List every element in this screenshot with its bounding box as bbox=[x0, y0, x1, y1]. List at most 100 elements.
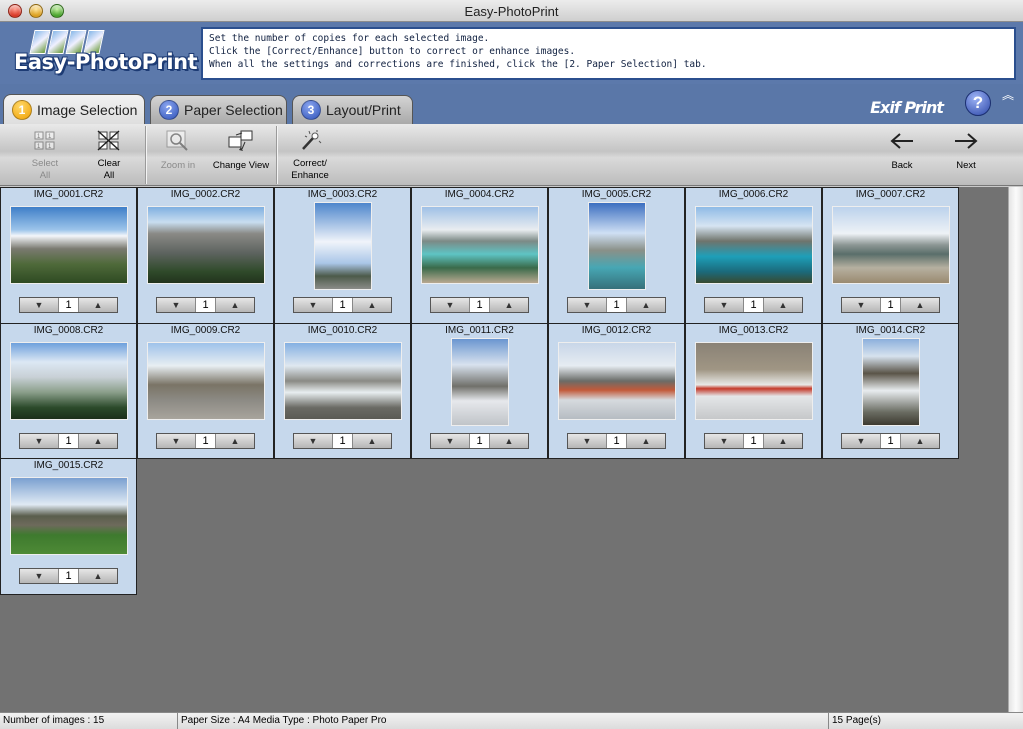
change-view-icon bbox=[228, 128, 254, 154]
exif-print-logo: Exif Print bbox=[870, 98, 944, 117]
copies-value[interactable]: 1 bbox=[332, 298, 353, 312]
decrease-copies-icon[interactable]: ▼ bbox=[431, 433, 469, 448]
copies-value[interactable]: 1 bbox=[469, 433, 490, 448]
decrease-copies-icon[interactable]: ▼ bbox=[568, 298, 606, 312]
increase-copies-icon[interactable]: ▲ bbox=[79, 569, 117, 583]
decrease-copies-icon[interactable]: ▼ bbox=[20, 569, 58, 583]
increase-copies-icon[interactable]: ▲ bbox=[901, 298, 939, 312]
copies-value[interactable]: 1 bbox=[332, 433, 353, 448]
image-thumbnail[interactable] bbox=[147, 206, 265, 284]
increase-copies-icon[interactable]: ▲ bbox=[79, 298, 117, 312]
decrease-copies-icon[interactable]: ▼ bbox=[705, 433, 743, 448]
image-thumbnail[interactable] bbox=[147, 341, 265, 420]
decrease-copies-icon[interactable]: ▼ bbox=[294, 433, 332, 448]
copies-value[interactable]: 1 bbox=[880, 298, 901, 312]
decrease-copies-icon[interactable]: ▼ bbox=[20, 298, 58, 312]
decrease-copies-icon[interactable]: ▼ bbox=[568, 433, 606, 448]
collapse-header-button[interactable]: ︽ bbox=[1002, 89, 1014, 101]
image-cell[interactable]: IMG_0003.CR2 ▼ 1 ▲ bbox=[274, 187, 411, 324]
copies-value[interactable]: 1 bbox=[606, 298, 627, 312]
decrease-copies-icon[interactable]: ▼ bbox=[431, 298, 469, 312]
copies-value[interactable]: 1 bbox=[606, 433, 627, 448]
image-cell[interactable]: IMG_0015.CR2 ▼ 1 ▲ bbox=[0, 458, 137, 595]
decrease-copies-icon[interactable]: ▼ bbox=[294, 298, 332, 312]
image-cell[interactable]: IMG_0006.CR2 ▼ 1 ▲ bbox=[685, 187, 822, 324]
zoom-in-button[interactable]: Zoom in bbox=[155, 128, 201, 172]
increase-copies-icon[interactable]: ▲ bbox=[490, 298, 528, 312]
image-cell[interactable]: IMG_0001.CR2 ▼ 1 ▲ bbox=[0, 187, 137, 324]
image-cell[interactable]: IMG_0008.CR2 ▼ 1 ▲ bbox=[0, 322, 137, 459]
correct-enhance-button[interactable]: Correct/ Enhance bbox=[283, 128, 337, 182]
copies-value[interactable]: 1 bbox=[58, 569, 79, 583]
image-thumbnail[interactable] bbox=[421, 206, 539, 284]
copies-value[interactable]: 1 bbox=[58, 433, 79, 448]
step-number-badge: 3 bbox=[301, 100, 321, 120]
copies-value[interactable]: 1 bbox=[469, 298, 490, 312]
image-cell[interactable]: IMG_0014.CR2 ▼ 1 ▲ bbox=[822, 322, 959, 459]
image-thumbnail[interactable] bbox=[832, 206, 950, 284]
decrease-copies-icon[interactable]: ▼ bbox=[842, 298, 880, 312]
increase-copies-icon[interactable]: ▲ bbox=[79, 433, 117, 448]
increase-copies-icon[interactable]: ▲ bbox=[901, 433, 939, 448]
correct-enhance-label: Enhance bbox=[291, 170, 329, 181]
next-button[interactable]: Next bbox=[946, 128, 986, 172]
arrow-left-icon bbox=[889, 128, 915, 154]
copies-stepper: ▼ 1 ▲ bbox=[19, 297, 118, 313]
image-cell[interactable]: IMG_0004.CR2 ▼ 1 ▲ bbox=[411, 187, 548, 324]
image-cell[interactable]: IMG_0012.CR2 ▼ 1 ▲ bbox=[548, 322, 685, 459]
image-thumbnail[interactable] bbox=[10, 341, 128, 420]
decrease-copies-icon[interactable]: ▼ bbox=[20, 433, 58, 448]
increase-copies-icon[interactable]: ▲ bbox=[627, 298, 665, 312]
tab-paper-selection[interactable]: 2 Paper Selection bbox=[150, 95, 287, 124]
help-button[interactable]: ? bbox=[965, 90, 991, 116]
change-view-label: Change View bbox=[212, 160, 270, 171]
decrease-copies-icon[interactable]: ▼ bbox=[157, 298, 195, 312]
image-cell[interactable]: IMG_0010.CR2 ▼ 1 ▲ bbox=[274, 322, 411, 459]
image-cell[interactable]: IMG_0007.CR2 ▼ 1 ▲ bbox=[822, 187, 959, 324]
image-thumbnail[interactable] bbox=[314, 202, 372, 290]
copies-value[interactable]: 1 bbox=[880, 433, 901, 448]
increase-copies-icon[interactable]: ▲ bbox=[764, 433, 802, 448]
image-thumbnail[interactable] bbox=[10, 477, 128, 555]
copies-value[interactable]: 1 bbox=[743, 433, 764, 448]
image-cell[interactable]: IMG_0002.CR2 ▼ 1 ▲ bbox=[137, 187, 274, 324]
image-cell[interactable]: IMG_0005.CR2 ▼ 1 ▲ bbox=[548, 187, 685, 324]
increase-copies-icon[interactable]: ▲ bbox=[353, 433, 391, 448]
copies-value[interactable]: 1 bbox=[58, 298, 79, 312]
vertical-scrollbar[interactable] bbox=[1008, 187, 1023, 712]
copies-value[interactable]: 1 bbox=[743, 298, 764, 312]
increase-copies-icon[interactable]: ▲ bbox=[216, 298, 254, 312]
image-thumbnail[interactable] bbox=[862, 337, 920, 426]
back-button[interactable]: Back bbox=[882, 128, 922, 172]
increase-copies-icon[interactable]: ▲ bbox=[216, 433, 254, 448]
tab-layout-print[interactable]: 3 Layout/Print bbox=[292, 95, 413, 124]
image-thumbnail[interactable] bbox=[695, 341, 813, 420]
increase-copies-icon[interactable]: ▲ bbox=[764, 298, 802, 312]
image-filename: IMG_0012.CR2 bbox=[581, 324, 652, 336]
select-all-button[interactable]: 1111 Select All bbox=[22, 128, 68, 182]
copies-value[interactable]: 1 bbox=[195, 298, 216, 312]
decrease-copies-icon[interactable]: ▼ bbox=[705, 298, 743, 312]
image-filename: IMG_0005.CR2 bbox=[581, 189, 652, 200]
image-thumbnail[interactable] bbox=[558, 341, 676, 420]
image-thumbnail[interactable] bbox=[588, 202, 646, 290]
app-logo: Easy-PhotoPrint bbox=[10, 28, 198, 78]
increase-copies-icon[interactable]: ▲ bbox=[490, 433, 528, 448]
change-view-button[interactable]: Change View bbox=[210, 128, 272, 172]
image-thumbnail[interactable] bbox=[284, 341, 402, 420]
image-grid-area: IMG_0001.CR2 ▼ 1 ▲ IMG_0002.CR2 ▼ 1 ▲ IMG_0003.C… bbox=[0, 187, 1008, 712]
image-cell[interactable]: IMG_0013.CR2 ▼ 1 ▲ bbox=[685, 322, 822, 459]
image-thumbnail[interactable] bbox=[451, 337, 509, 426]
image-cell[interactable]: IMG_0009.CR2 ▼ 1 ▲ bbox=[137, 322, 274, 459]
copies-value[interactable]: 1 bbox=[195, 433, 216, 448]
image-cell[interactable]: IMG_0011.CR2 ▼ 1 ▲ bbox=[411, 322, 548, 459]
image-thumbnail[interactable] bbox=[695, 206, 813, 284]
decrease-copies-icon[interactable]: ▼ bbox=[842, 433, 880, 448]
decrease-copies-icon[interactable]: ▼ bbox=[157, 433, 195, 448]
image-thumbnail[interactable] bbox=[10, 206, 128, 284]
increase-copies-icon[interactable]: ▲ bbox=[627, 433, 665, 448]
increase-copies-icon[interactable]: ▲ bbox=[353, 298, 391, 312]
clear-all-button[interactable]: Clear All bbox=[86, 128, 132, 182]
tab-image-selection[interactable]: 1 Image Selection bbox=[3, 94, 145, 124]
app-header: Easy-PhotoPrint Set the number of copies… bbox=[0, 22, 1023, 84]
